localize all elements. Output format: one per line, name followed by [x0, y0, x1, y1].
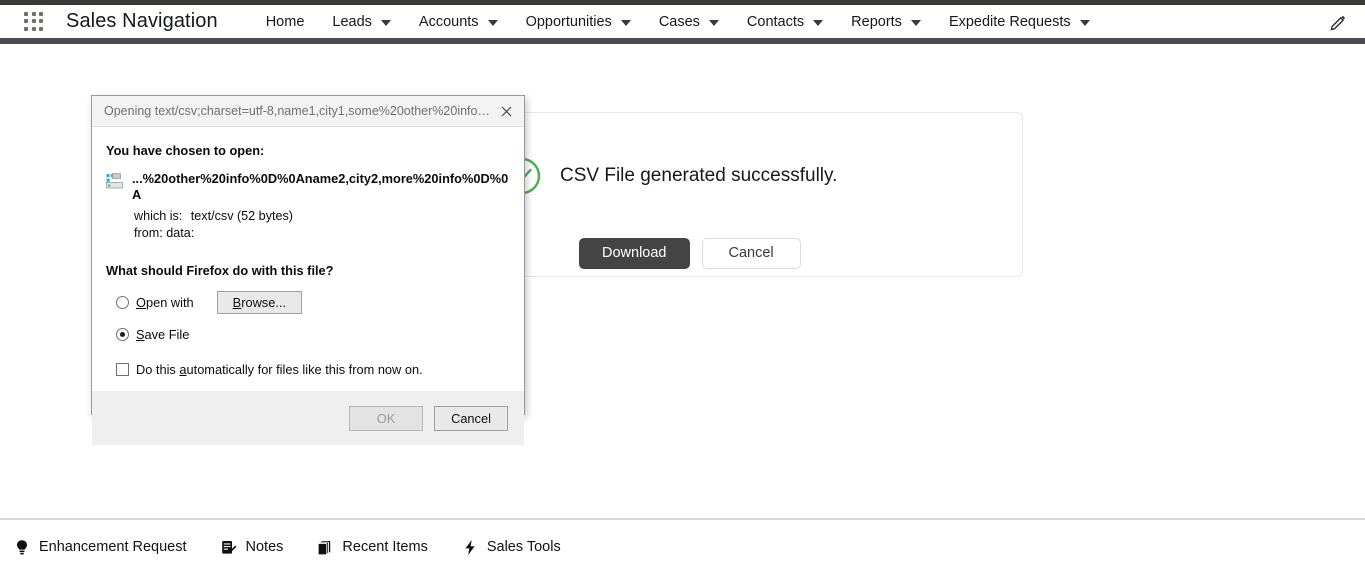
nav-items: Home Leads Accounts Opportunities Cases … [252, 5, 1104, 38]
chevron-down-icon[interactable] [708, 19, 719, 26]
footer-item-recent-items[interactable]: Recent Items [317, 539, 428, 556]
nav-item-label: Reports [851, 13, 902, 30]
file-mimetype-row: which is: text/csv (52 bytes) [134, 209, 510, 223]
page-title: Sales Navigation [66, 10, 218, 32]
nav-item-reports[interactable]: Reports [837, 5, 935, 38]
open-with-radio[interactable] [116, 295, 129, 309]
nav-item-leads[interactable]: Leads [318, 5, 405, 38]
page-root: Sales Navigation Home Leads Accounts Opp… [0, 0, 1365, 574]
nav-item-contacts[interactable]: Contacts [733, 5, 837, 38]
save-file-option-row: Save File [116, 327, 510, 342]
chevron-down-icon[interactable] [1079, 19, 1090, 26]
do-this-automatically-checkbox[interactable] [116, 362, 129, 376]
chevron-down-icon[interactable] [813, 19, 824, 26]
which-is-label: which is: [134, 208, 183, 223]
nav-item-label: Cases [658, 13, 700, 30]
open-with-option-row: Open with Browse... [116, 290, 510, 314]
dialog-body: You have chosen to open: ...%20other%20i… [92, 127, 524, 391]
notes-icon [221, 540, 236, 554]
nav-item-label: Accounts [418, 13, 479, 30]
dialog-title-text: Opening text/csv;charset=utf-8,name1,cit… [104, 104, 494, 118]
chevron-down-icon[interactable] [487, 19, 498, 26]
dialog-footer: OK Cancel [92, 391, 524, 445]
nav-item-opportunities[interactable]: Opportunities [512, 5, 645, 38]
footer-item-label: Enhancement Request [39, 539, 187, 555]
chevron-down-icon[interactable] [380, 19, 391, 26]
close-icon[interactable] [494, 100, 518, 122]
dialog-cancel-button[interactable]: Cancel [434, 405, 508, 431]
panel-action-buttons: Download Cancel [579, 238, 801, 269]
save-file-label[interactable]: Save File [136, 327, 189, 342]
nav-item-cases[interactable]: Cases [645, 5, 733, 38]
chevron-down-icon[interactable] [620, 19, 631, 26]
footer-item-sales-tools[interactable]: Sales Tools [462, 539, 561, 556]
global-navigation-bar: Sales Navigation Home Leads Accounts Opp… [0, 5, 1365, 38]
do-this-automatically-row: Do this automatically for files like thi… [116, 362, 510, 377]
nav-item-label: Home [265, 13, 305, 30]
file-name-text: ...%20other%20info%0D%0Aname2,city2,more… [132, 171, 509, 202]
app-launcher-grid-icon[interactable] [20, 8, 48, 36]
nav-item-label: Opportunities [525, 13, 612, 30]
nav-item-label: Contacts [746, 13, 805, 30]
download-button[interactable]: Download [579, 238, 690, 269]
browse-button[interactable]: Browse... [216, 290, 302, 314]
lightning-bolt-icon [465, 539, 475, 555]
nav-item-label: Leads [332, 13, 372, 30]
firefox-open-file-dialog: Opening text/csv;charset=utf-8,name1,cit… [91, 95, 525, 445]
file-type-icon [106, 173, 123, 189]
success-message-text: CSV File generated successfully. [560, 165, 838, 186]
save-file-radio[interactable] [116, 327, 129, 341]
footer-item-notes[interactable]: Notes [221, 539, 284, 556]
chevron-down-icon[interactable] [910, 19, 921, 26]
dialog-title-bar: Opening text/csv;charset=utf-8,name1,cit… [92, 96, 524, 127]
footer-item-enhancement-request[interactable]: Enhancement Request [14, 539, 187, 556]
utility-footer-bar: Enhancement Request Notes Recent Items S… [0, 520, 1365, 574]
footer-item-label: Sales Tools [486, 539, 561, 555]
nav-item-home[interactable]: Home [252, 5, 319, 38]
do-this-automatically-label[interactable]: Do this automatically for files like thi… [136, 362, 423, 377]
footer-item-label: Recent Items [342, 539, 428, 555]
nav-item-label: Expedite Requests [948, 13, 1071, 30]
file-source-row: from: data: [134, 226, 510, 240]
success-message-row: CSV File generated successfully. [502, 156, 837, 196]
nav-item-expedite-requests[interactable]: Expedite Requests [935, 5, 1104, 38]
pencil-icon[interactable] [1329, 13, 1347, 31]
nav-right-actions [1329, 13, 1347, 31]
cancel-button[interactable]: Cancel [701, 238, 801, 269]
nav-item-accounts[interactable]: Accounts [405, 5, 512, 38]
which-is-value: text/csv (52 bytes) [190, 208, 293, 223]
from-value: data: [166, 225, 195, 240]
file-info-row: ...%20other%20info%0D%0Aname2,city2,more… [106, 171, 510, 203]
lightbulb-icon [17, 539, 27, 554]
from-label: from: [134, 225, 163, 240]
recent-items-icon [318, 540, 331, 555]
chosen-to-open-label: You have chosen to open: [106, 143, 265, 158]
dialog-ok-button[interactable]: OK [349, 405, 423, 431]
footer-item-label: Notes [245, 539, 284, 555]
open-with-label[interactable]: Open with [136, 295, 194, 310]
dialog-question-label: What should Firefox do with this file? [106, 262, 334, 278]
